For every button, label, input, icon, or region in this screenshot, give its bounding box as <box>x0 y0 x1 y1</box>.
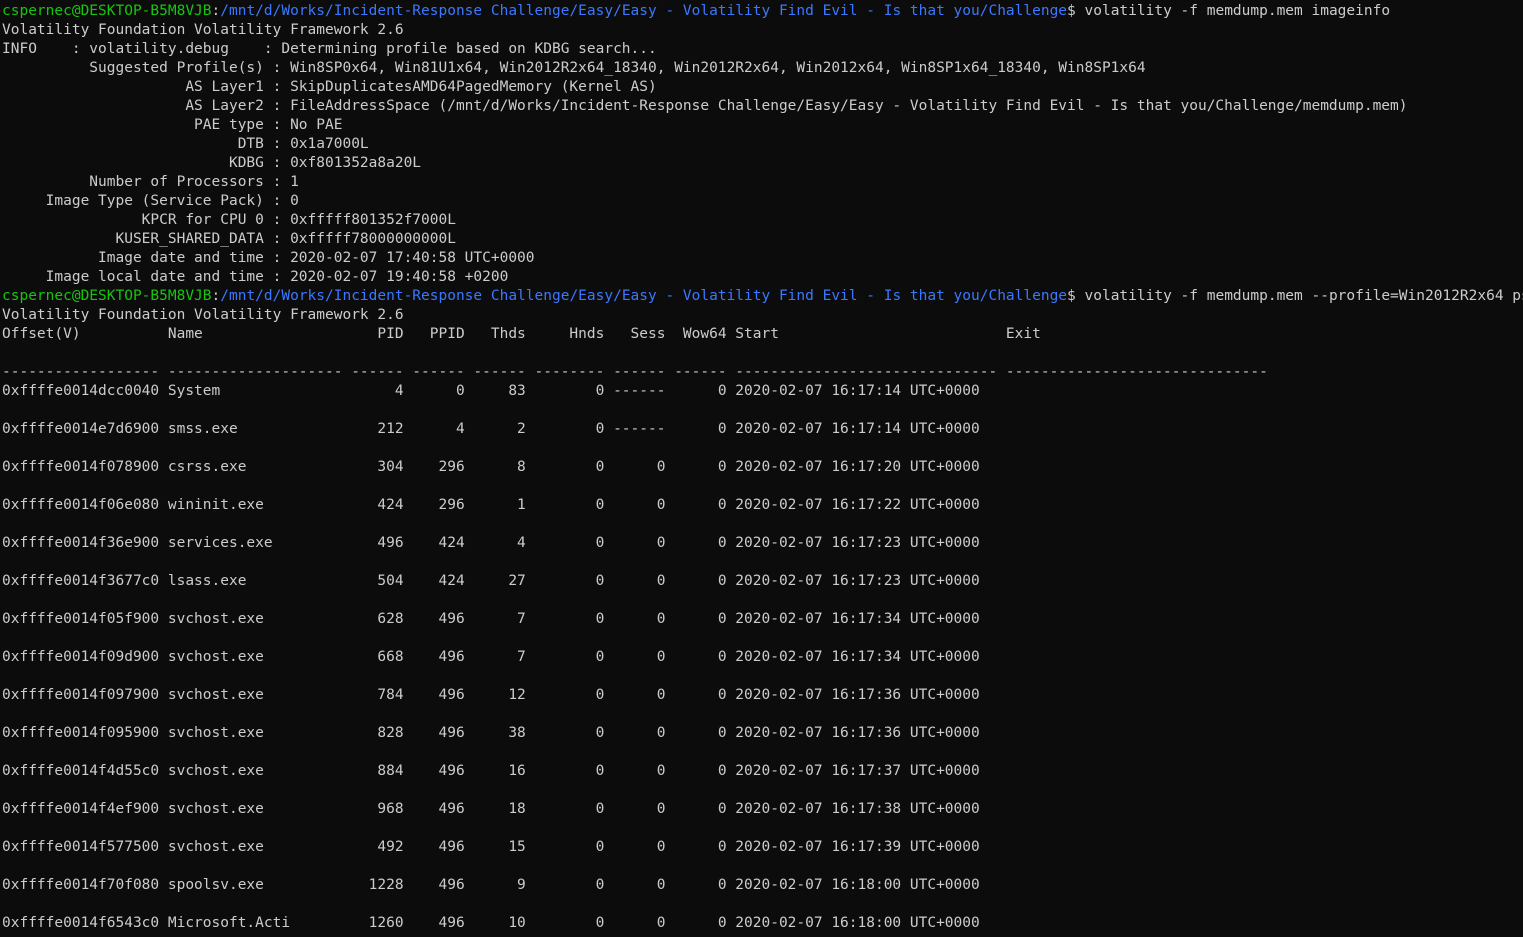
output-line: Number of Processors : 1 <box>2 174 299 190</box>
prompt-path: /mnt/d/Works/Incident-Response Challenge… <box>220 288 1068 304</box>
prompt-symbol: $ <box>1067 3 1085 19</box>
table-row: 0xffffe0014f70f080 spoolsv.exe 1228 496 … <box>2 877 980 893</box>
output-line: KUSER_SHARED_DATA : 0xfffff78000000000L <box>2 231 456 247</box>
pslist-banner: Volatility Foundation Volatility Framewo… <box>2 307 404 323</box>
output-line: KPCR for CPU 0 : 0xfffff801352f7000L <box>2 212 456 228</box>
table-row: 0xffffe0014f05f900 svchost.exe 628 496 7… <box>2 611 980 627</box>
output-line: KDBG : 0xf801352a8a20L <box>2 155 422 171</box>
command-text: volatility -f memdump.mem --profile=Win2… <box>1084 288 1523 304</box>
output-line: Suggested Profile(s) : Win8SP0x64, Win81… <box>2 60 1146 76</box>
prompt-line: cspernec@DESKTOP-B5M8VJB:/mnt/d/Works/In… <box>2 287 1523 306</box>
table-row: 0xffffe0014f4ef900 svchost.exe 968 496 1… <box>2 801 980 817</box>
output-line: DTB : 0x1a7000L <box>2 136 369 152</box>
prompt-separator: : <box>211 3 221 19</box>
output-line: Image Type (Service Pack) : 0 <box>2 193 299 209</box>
prompt-user-host: cspernec@DESKTOP-B5M8VJB <box>2 288 212 304</box>
table-row: 0xffffe0014f6543c0 Microsoft.Acti 1260 4… <box>2 915 980 931</box>
command-text: volatility -f memdump.mem imageinfo <box>1084 3 1391 19</box>
prompt-line: cspernec@DESKTOP-B5M8VJB:/mnt/d/Works/In… <box>2 2 1523 21</box>
table-row: 0xffffe0014f06e080 wininit.exe 424 296 1… <box>2 497 980 513</box>
table-row: 0xffffe0014f4d55c0 svchost.exe 884 496 1… <box>2 763 980 779</box>
table-row: 0xffffe0014e7d6900 smss.exe 212 4 2 0 --… <box>2 421 980 437</box>
terminal-window[interactable]: cspernec@DESKTOP-B5M8VJB:/mnt/d/Works/In… <box>2 2 1523 937</box>
table-row: 0xffffe0014f577500 svchost.exe 492 496 1… <box>2 839 980 855</box>
output-line: Image local date and time : 2020-02-07 1… <box>2 269 509 285</box>
imageinfo-output: Volatility Foundation Volatility Framewo… <box>2 21 1523 287</box>
table-row: 0xffffe0014f09d900 svchost.exe 668 496 7… <box>2 649 980 665</box>
prompt-user-host: cspernec@DESKTOP-B5M8VJB <box>2 3 212 19</box>
pslist-output: Volatility Foundation Volatility Framewo… <box>2 306 1523 933</box>
table-row: 0xffffe0014dcc0040 System 4 0 83 0 -----… <box>2 383 980 399</box>
table-row: 0xffffe0014f095900 svchost.exe 828 496 3… <box>2 725 980 741</box>
prompt-separator: : <box>211 288 221 304</box>
prompt-symbol: $ <box>1067 288 1085 304</box>
output-line: Volatility Foundation Volatility Framewo… <box>2 22 404 38</box>
output-line: PAE type : No PAE <box>2 117 343 133</box>
table-row: 0xffffe0014f078900 csrss.exe 304 296 8 0… <box>2 459 980 475</box>
pslist-separator: ------------------ -------------------- … <box>2 364 1268 380</box>
output-line: INFO : volatility.debug : Determining pr… <box>2 41 657 57</box>
table-row: 0xffffe0014f3677c0 lsass.exe 504 424 27 … <box>2 573 980 589</box>
table-row: 0xffffe0014f097900 svchost.exe 784 496 1… <box>2 687 980 703</box>
table-row: 0xffffe0014f36e900 services.exe 496 424 … <box>2 535 980 551</box>
output-line: AS Layer1 : SkipDuplicatesAMD64PagedMemo… <box>2 79 657 95</box>
output-line: Image date and time : 2020-02-07 17:40:5… <box>2 250 535 266</box>
output-line: AS Layer2 : FileAddressSpace (/mnt/d/Wor… <box>2 98 1408 114</box>
pslist-header: Offset(V) Name PID PPID Thds Hnds Sess W… <box>2 326 1041 342</box>
prompt-path: /mnt/d/Works/Incident-Response Challenge… <box>220 3 1068 19</box>
